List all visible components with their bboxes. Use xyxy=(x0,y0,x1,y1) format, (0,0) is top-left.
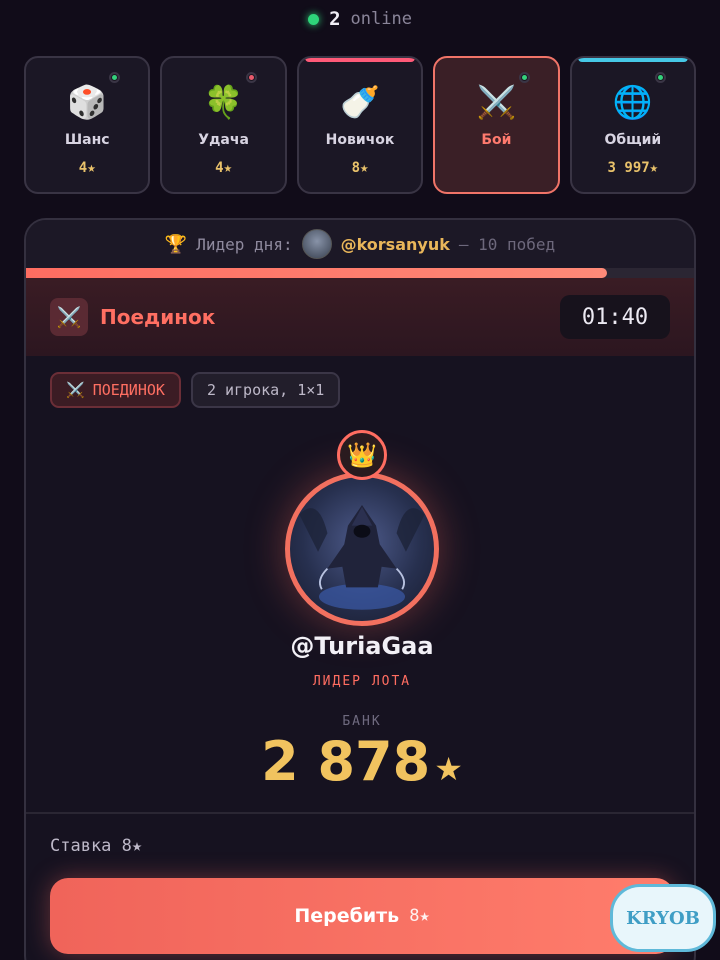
bank-value: 2 878 xyxy=(261,730,431,793)
globe-icon: 🌐 xyxy=(612,83,653,121)
online-status-dot xyxy=(308,13,320,25)
hooded-figure-image xyxy=(299,505,425,610)
online-indicator: 2 online xyxy=(0,8,720,30)
online-count: 2 xyxy=(329,8,341,30)
mode-tag-label: ПОЕДИНОК xyxy=(92,381,165,399)
leader-wins: — 10 побед xyxy=(458,234,556,254)
bet-amount-label: Ставка 8★ xyxy=(50,836,143,856)
dice-icon: 🎲 xyxy=(67,83,108,121)
mode-name: Шанс xyxy=(64,132,110,148)
crossed-swords-icon: ⚔️ xyxy=(66,381,85,399)
kryob-watermark-logo: KRYOB xyxy=(610,884,716,952)
mode-status-indicator xyxy=(109,72,121,83)
mode-card-general[interactable]: 🌐 Общий 3 997★ xyxy=(569,56,697,194)
round-progress-fill xyxy=(26,268,608,278)
watermark-text: KRYOB xyxy=(626,907,700,929)
mode-name: Бой xyxy=(481,132,512,148)
lot-leader-username: @TuriaGaa xyxy=(290,632,434,660)
trophy-icon: 🏆 xyxy=(164,233,188,255)
crossed-swords-icon: ⚔️ xyxy=(476,83,517,121)
mode-card-luck[interactable]: 🍀 Удача 4★ xyxy=(160,56,287,194)
lot-leader-avatar[interactable] xyxy=(285,472,439,626)
clover-icon: 🍀 xyxy=(203,83,244,121)
mode-accent-bar xyxy=(304,58,416,62)
mode-value: 8★ xyxy=(351,160,369,176)
online-label: online xyxy=(350,9,412,29)
duel-header: ⚔️ Поединок 01:40 xyxy=(26,278,694,356)
duel-panel: 🏆 Лидер дня: @korsanyuk — 10 побед ⚔️ По… xyxy=(24,218,696,960)
leader-of-day: 🏆 Лидер дня: @korsanyuk — 10 побед xyxy=(26,220,694,268)
mode-tag: ⚔️ ПОЕДИНОК xyxy=(50,372,181,408)
crossed-swords-icon: ⚔️ xyxy=(50,298,88,336)
countdown-timer: 01:40 xyxy=(560,295,670,339)
mode-value: 4★ xyxy=(215,160,233,176)
mode-card-newbie[interactable]: 🍼 Новичок 8★ xyxy=(296,56,424,194)
baby-bottle-icon: 🍼 xyxy=(340,83,380,121)
players-tag: 2 игрока, 1×1 xyxy=(190,372,341,408)
lot-leader-role: ЛИДЕР ЛОТА xyxy=(312,674,412,689)
outbid-button-label: Перебить xyxy=(294,905,400,927)
leader-username[interactable]: @korsanyuk xyxy=(341,235,450,254)
mode-status-indicator xyxy=(245,72,257,83)
duel-title: Поединок xyxy=(100,305,216,329)
mode-card-chance[interactable]: 🎲 Шанс 4★ xyxy=(24,56,151,194)
round-progress-bar xyxy=(26,268,694,278)
mode-card-battle[interactable]: ⚔️ Бой xyxy=(433,56,560,194)
duel-tags: ⚔️ ПОЕДИНОК 2 игрока, 1×1 xyxy=(50,372,341,408)
star-icon: ★ xyxy=(434,750,463,788)
mode-value: 3 997★ xyxy=(607,160,659,176)
bank-amount: 2 878 ★ xyxy=(26,730,694,793)
outbid-button-amount: 8★ xyxy=(409,906,430,926)
mode-status-indicator xyxy=(518,72,530,83)
mode-accent-bar xyxy=(577,58,689,62)
mode-status-indicator xyxy=(655,72,667,83)
leader-label: Лидер дня: xyxy=(196,234,293,254)
crown-icon: 👑 xyxy=(337,430,387,480)
mode-name: Новичок xyxy=(325,132,395,148)
outbid-button[interactable]: Перебить 8★ xyxy=(50,878,674,954)
players-tag-label: 2 игрока, 1×1 xyxy=(206,381,325,399)
mode-name: Удача xyxy=(198,132,249,148)
leader-avatar[interactable] xyxy=(301,229,332,259)
mode-value: 4★ xyxy=(78,160,96,176)
bank-label: БАНК xyxy=(342,714,382,729)
divider xyxy=(26,812,694,814)
mode-name: Общий xyxy=(604,132,662,148)
game-mode-selector: 🎲 Шанс 4★ 🍀 Удача 4★ 🍼 Новичок 8★ ⚔️ Бой… xyxy=(24,56,697,194)
